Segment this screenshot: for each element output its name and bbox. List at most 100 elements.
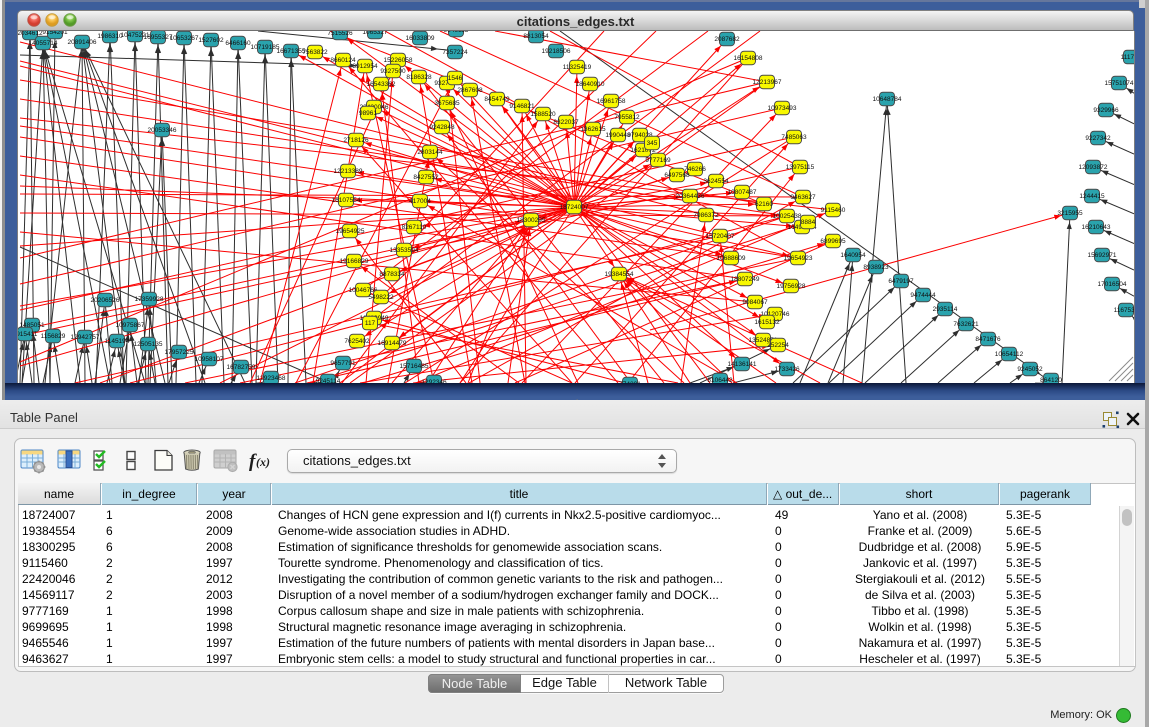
svg-text:20053346: 20053346	[148, 127, 177, 134]
svg-text:11325419: 11325419	[563, 64, 592, 71]
svg-text:9242848: 9242848	[429, 124, 455, 131]
svg-text:10975867: 10975867	[116, 322, 145, 329]
svg-text:9777169: 9777169	[645, 157, 671, 164]
svg-text:9084067: 9084067	[742, 299, 768, 306]
svg-text:16671355: 16671355	[277, 48, 306, 55]
svg-text:9329966: 9329966	[1093, 107, 1119, 114]
svg-text:6466160: 6466160	[225, 40, 251, 47]
svg-text:1615132: 1615132	[754, 319, 780, 326]
svg-text:20364436: 20364436	[676, 193, 705, 200]
svg-text:98961: 98961	[359, 110, 377, 117]
svg-text:16154808: 16154808	[734, 55, 763, 62]
svg-text:62160: 62160	[755, 201, 773, 208]
svg-text:6479197: 6479197	[888, 278, 914, 285]
svg-text:17016504: 17016504	[1098, 281, 1127, 288]
svg-text:3624554: 3624554	[703, 178, 729, 185]
svg-text:8813054: 8813054	[523, 33, 549, 40]
svg-text:8427552: 8427552	[413, 174, 439, 181]
svg-text:7632621: 7632621	[953, 321, 979, 328]
svg-text:8884: 8884	[801, 219, 816, 226]
svg-text:1527602: 1527602	[198, 37, 224, 44]
svg-text:15716485: 15716485	[400, 363, 429, 370]
svg-text:6899695: 6899695	[820, 238, 846, 245]
svg-text:9115460: 9115460	[821, 207, 846, 214]
svg-text:8454749: 8454749	[484, 96, 510, 103]
svg-text:8938923: 8938923	[863, 264, 889, 271]
svg-text:1167533: 1167533	[1114, 307, 1134, 314]
svg-text:18640910: 18640910	[576, 81, 605, 88]
svg-text:10958107: 10958107	[195, 356, 224, 363]
svg-text:(x): (x)	[256, 455, 270, 469]
svg-text:12923468: 12923468	[257, 375, 286, 382]
svg-text:8267110: 8267110	[402, 224, 427, 231]
svg-text:5498222: 5498222	[368, 294, 394, 301]
svg-text:1292346: 1292346	[421, 379, 447, 383]
svg-text:19166829: 19166829	[340, 258, 369, 265]
svg-text:16033809: 16033809	[406, 35, 435, 42]
svg-text:9474444: 9474444	[910, 292, 936, 299]
svg-text:16961758: 16961758	[597, 98, 626, 105]
svg-text:18724007: 18724007	[560, 204, 589, 211]
svg-text:20891406: 20891406	[68, 39, 97, 46]
svg-text:1145194: 1145194	[105, 338, 130, 345]
svg-text:2935114: 2935114	[933, 306, 958, 313]
svg-text:1588520: 1588520	[530, 111, 556, 118]
svg-text:14136141: 14136141	[728, 361, 757, 368]
svg-text:20206526: 20206526	[91, 297, 120, 304]
svg-text:3215955: 3215955	[1057, 210, 1083, 217]
svg-text:9657791: 9657791	[330, 360, 356, 367]
svg-text:7955812: 7955812	[614, 114, 640, 121]
svg-text:18807249: 18807249	[731, 276, 760, 283]
svg-text:12093872: 12093872	[1079, 164, 1108, 171]
svg-text:12213389: 12213389	[334, 168, 363, 175]
svg-text:16210643: 16210643	[1082, 224, 1111, 231]
svg-text:10807487: 10807487	[728, 189, 757, 196]
svg-text:15720407: 15720407	[706, 233, 735, 240]
svg-text:9146821: 9146821	[509, 103, 535, 110]
svg-text:345: 345	[647, 140, 658, 147]
svg-text:7485063: 7485063	[781, 134, 807, 141]
svg-text:117: 117	[365, 320, 376, 327]
svg-text:1733426: 1733426	[774, 366, 800, 373]
svg-text:10654112: 10654112	[995, 351, 1024, 358]
svg-text:1065327: 1065327	[362, 31, 388, 36]
svg-text:10688609: 10688609	[717, 255, 746, 262]
svg-text:7515526: 7515526	[327, 31, 353, 37]
svg-text:9154201: 9154201	[42, 31, 68, 36]
svg-text:9245052: 9245052	[1017, 366, 1043, 373]
svg-text:9463627: 9463627	[790, 194, 816, 201]
svg-text:9227342: 9227342	[1085, 135, 1111, 142]
svg-text:774201: 774201	[619, 381, 641, 383]
svg-text:3675685: 3675685	[434, 100, 460, 107]
svg-text:17957225: 17957225	[165, 349, 194, 356]
svg-text:2718126: 2718126	[343, 137, 369, 144]
svg-text:8322037: 8322037	[553, 119, 579, 126]
svg-text:16543362: 16543362	[367, 81, 396, 88]
svg-text:1244415: 1244415	[1079, 193, 1105, 200]
svg-text:2867608: 2867608	[457, 87, 483, 94]
svg-text:13353594: 13353594	[390, 247, 419, 254]
svg-text:252254: 252254	[767, 342, 789, 349]
svg-text:8878334: 8878334	[379, 271, 405, 278]
svg-text:1362615: 1362615	[580, 126, 606, 133]
svg-text:7625402: 7625402	[344, 338, 370, 345]
svg-text:16955327: 16955327	[144, 34, 173, 41]
svg-text:12213967: 12213967	[753, 79, 782, 86]
svg-text:17359928: 17359928	[135, 296, 164, 303]
svg-text:111712: 111712	[1121, 54, 1134, 61]
svg-text:15751074: 15751074	[1105, 80, 1134, 87]
svg-text:1156829: 1156829	[41, 333, 66, 340]
svg-text:1640954: 1640954	[840, 252, 866, 259]
svg-text:19756928: 19756928	[777, 283, 806, 290]
svg-text:8471676: 8471676	[975, 336, 1001, 343]
svg-text:12505135: 12505135	[134, 341, 163, 348]
svg-text:8186328: 8186328	[406, 74, 432, 81]
svg-text:10719185: 10719185	[251, 44, 280, 51]
svg-text:10973493: 10973493	[768, 105, 797, 112]
svg-text:1986310: 1986310	[97, 33, 123, 40]
svg-text:10653267: 10653267	[170, 35, 199, 42]
svg-text:19654925: 19654925	[336, 228, 365, 235]
svg-text:19218506: 19218506	[542, 48, 571, 55]
svg-text:7357224: 7357224	[442, 49, 468, 56]
svg-text:13975115: 13975115	[786, 164, 815, 171]
